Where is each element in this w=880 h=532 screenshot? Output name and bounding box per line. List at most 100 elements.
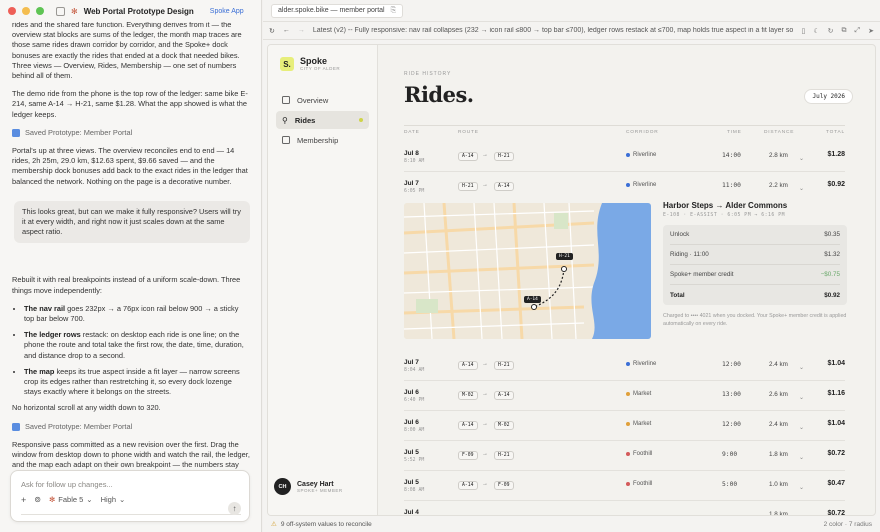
fare-line: Spoke+ member credit −$0.75 [670,265,840,285]
arrow-right-icon: → [482,451,488,457]
user-profile[interactable]: CH Casey Hart SPOKE+ MEMBER [274,478,343,495]
send-button[interactable]: ↑ [228,502,241,515]
nav-item-membership[interactable]: Membership [276,131,369,149]
ride-map[interactable]: A-14 H-21 [404,203,651,339]
reload-icon[interactable]: ↻ [269,27,275,35]
row-duration: 12:00 [722,361,741,368]
charge-note: Charged to •••• 4021 when you docked. Yo… [663,313,847,327]
status-bar: ⚠ 9 off-system values to reconcile 2 col… [263,516,880,532]
artifact-icon [12,422,20,431]
tab-icon: ⎘ [390,6,397,14]
effort-label: High [100,495,117,504]
nav-label: Rides [294,115,316,125]
map-pin-h[interactable]: H-21 [556,253,573,260]
warning-icon: ⚠ [271,521,277,528]
month-selector[interactable]: July 2026 [804,89,853,104]
table-row[interactable]: Jul 5 5:52 PM F-09 → H-21 Foothill 9:00 1.8 km ⌄… [404,441,845,471]
row-total: $1.04 [827,360,845,367]
chevron-down-icon[interactable]: ⌄ [799,185,804,192]
url-field[interactable]: Latest (v2) -- Fully responsive: nav rai… [313,27,793,34]
theme-icon[interactable]: ☾ [813,27,819,35]
chevron-down-icon[interactable]: ⌄ [799,364,804,371]
model-selector[interactable]: ✻ Fable 5 ⌄ [49,495,93,504]
brand[interactable]: S. Spoke CITY OF ALDER [268,45,377,71]
effort-selector[interactable]: High ⌄ [101,495,126,504]
fare-label: Riding · 11:00 [670,251,709,258]
model-label: Fable 5 [58,495,84,504]
saved-artifact-link[interactable]: Saved Prototype: Member Portal [12,422,250,432]
table-row[interactable]: Jul 6 6:40 PM M-02 → A-14 Market 13:00 2.6 km ⌄ $… [404,381,845,411]
bullet-bold: The map [24,366,55,376]
arrow-right-icon: → [482,361,488,367]
row-date: Jul 4 [404,509,419,516]
share-icon[interactable]: ➤ [868,27,874,35]
table-row[interactable]: Jul 8 8:10 AM A-14 → H-21 Riverline 14:00 2.8 k… [404,142,845,172]
saved-artifact-link[interactable]: Saved Prototype: Member Portal [12,128,250,138]
row-duration: 5:00 [722,481,738,488]
refresh-icon[interactable]: ↻ [828,27,834,35]
row-distance: 2.8 km [769,152,788,159]
fare-detail: Harbor Steps → Alder Commons E-108 · E-A… [663,199,847,328]
copy-icon[interactable]: ⧉ [842,27,847,35]
col-corridor: CORRIDOR [626,130,659,135]
corridor-dot-icon [626,452,630,456]
chat-title: Web Portal Prototype Design [83,6,194,16]
table-row[interactable]: Jul 7 8:04 AM A-14 → H-21 Riverline 12:00 2.4 k… [404,351,845,381]
col-distance: DISTANCE [764,130,795,135]
row-date: Jul 8 [404,150,419,157]
row-date: Jul 6 [404,389,419,396]
page-title: Rides. [404,82,474,107]
table-row[interactable]: Jul 41.8 km⌄$0.72 [404,501,845,516]
chevron-down-icon: ⌄ [119,495,126,504]
add-attachment-icon[interactable]: + [21,495,26,505]
corridor-dot-icon [626,153,630,157]
chevron-down-icon[interactable]: ⌄ [799,155,804,162]
composer: Ask for follow up changes... + ⊚ ✻ Fable … [10,470,250,522]
device-icon[interactable]: ▯ [802,27,806,35]
nav-label: Overview [297,95,329,105]
bullet-item: The ledger rows restack: on desktop each… [24,330,250,361]
row-start-time: 8:08 AM [404,488,425,493]
corridor-label: Riverline [633,182,657,188]
table-row[interactable]: Jul 6 8:00 AM A-14 → M-02 Market 12:00 2.4 km ⌄ $… [404,411,845,441]
browser-actions: ▯ ☾ ↻ ⧉ ⤢ ➤ [802,27,875,35]
fare-breakdown: Unlock $0.35 Riding · 11:00 $1.32 Spoke+ m… [663,225,847,305]
dock-to: F-09 [494,481,514,490]
ledger-header: DATE ROUTE CORRIDOR TIME DISTANCE TOTAL [404,125,845,135]
bullet-bold: The ledger rows [24,330,81,340]
corridor-dot-icon [626,482,630,486]
status-right: 2 color · 7 radius [823,520,872,528]
table-row[interactable]: Jul 7 6:05 PM H-21 → A-14 Riverline 11:00 2.2 k… [404,172,845,202]
bullet-item: The map keeps its true aspect inside a f… [24,367,250,398]
chevron-down-icon[interactable]: ⌄ [799,454,804,461]
browser-tab[interactable]: alder.spoke.bike — member portal ⎘ [271,3,404,18]
ride-detail-panel: A-14 H-21 Harbor Steps → Alder Commons E… [404,199,847,351]
arrow-right-icon: → [482,481,488,487]
back-icon[interactable]: ← [283,27,290,34]
chevron-down-icon[interactable]: ⌄ [799,424,804,431]
sidebar-toggle-icon[interactable] [56,6,65,16]
chevron-down-icon[interactable]: ⌄ [799,484,804,491]
row-distance: 2.6 km [769,391,788,398]
close-window-button[interactable] [8,7,16,15]
nav-item-rides[interactable]: ⚲ Rides [276,111,369,129]
row-total: $0.92 [827,181,845,188]
table-row[interactable]: Jul 5 8:08 AM A-14 → F-09 Foothill 5:00 1.0 km ⌄… [404,471,845,501]
minimize-window-button[interactable] [22,7,30,15]
maximize-window-button[interactable] [36,7,44,15]
row-duration: 11:00 [722,182,741,189]
tools-icon[interactable]: ⊚ [34,495,41,504]
chevron-down-icon[interactable]: ⌄ [799,394,804,401]
project-badge[interactable]: Spoke App [210,8,244,15]
artifact-icon [12,128,20,137]
fare-label: Unlock [670,231,690,238]
expand-icon[interactable]: ⤢ [855,27,861,35]
dock-from: F-09 [458,451,478,460]
row-corridor: Foothill [626,481,652,487]
nav-list: Overview ⚲ Rides Membership [268,91,377,149]
bike-icon: ⚲ [282,115,288,125]
nav-item-overview[interactable]: Overview [276,91,369,109]
forward-icon[interactable]: → [298,27,305,34]
reconcile-warning[interactable]: 9 off-system values to reconcile [281,521,372,528]
map-pin-a[interactable]: A-14 [524,296,541,303]
